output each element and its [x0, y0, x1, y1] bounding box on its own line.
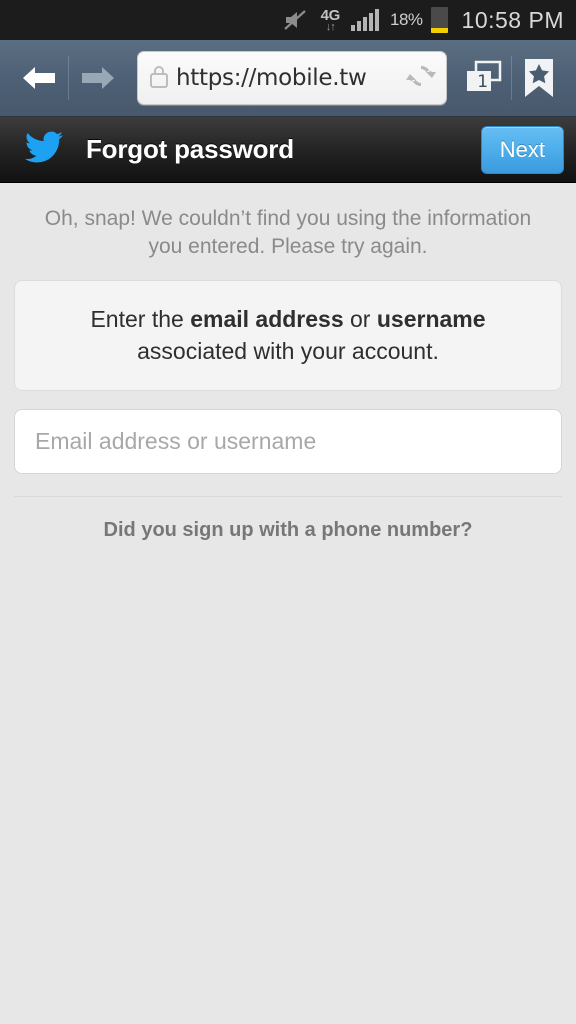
battery-percent-label: 18% [390, 10, 423, 29]
next-button[interactable]: Next [480, 125, 564, 174]
browser-toolbar: https://mobile.tw 1 [0, 40, 576, 117]
url-text: https://mobile.tw [176, 65, 367, 91]
instruction-bold-username: username [376, 305, 486, 332]
status-bar: 4G ↓↑ 18% 10:58 PM [0, 0, 576, 40]
speaker-muted-icon [283, 8, 311, 32]
forward-arrow-icon [82, 67, 114, 89]
bookmark-star-icon [525, 59, 553, 97]
tab-count-label: 1 [477, 72, 489, 92]
phone-signup-link[interactable]: Did you sign up with a phone number? [14, 497, 562, 564]
url-bar[interactable]: https://mobile.tw [137, 51, 447, 105]
instruction-card: Enter the email address or username asso… [14, 279, 562, 391]
instruction-bold-email: email address [190, 305, 344, 332]
lock-icon [148, 63, 170, 94]
app-header: Forgot password Next [0, 117, 576, 183]
tab-switcher-button[interactable]: 1 [457, 59, 511, 97]
refresh-icon[interactable] [406, 61, 436, 96]
bookmark-button[interactable] [512, 57, 566, 99]
data-transfer-arrows-icon: ↓↑ [325, 20, 336, 33]
email-or-username-input[interactable] [14, 409, 562, 474]
error-message: Oh, snap! We couldn’t find you using the… [44, 207, 532, 259]
page-content: Oh, snap! We couldn’t find you using the… [0, 183, 576, 1024]
clock-label: 10:58 PM [461, 6, 564, 33]
instruction-part-1: Enter the [90, 305, 191, 332]
page-title: Forgot password [86, 134, 294, 164]
instruction-part-3: associated with your account. [137, 338, 439, 365]
twitter-bird-icon[interactable] [22, 128, 66, 171]
forward-button[interactable] [69, 63, 127, 93]
back-button[interactable] [10, 63, 68, 93]
battery-fill [430, 28, 448, 33]
back-arrow-icon [23, 67, 55, 89]
network-type-indicator: 4G ↓↑ [321, 8, 341, 33]
instruction-part-2: or [343, 305, 377, 332]
battery-icon [430, 7, 448, 33]
signal-bars-icon [350, 8, 380, 32]
